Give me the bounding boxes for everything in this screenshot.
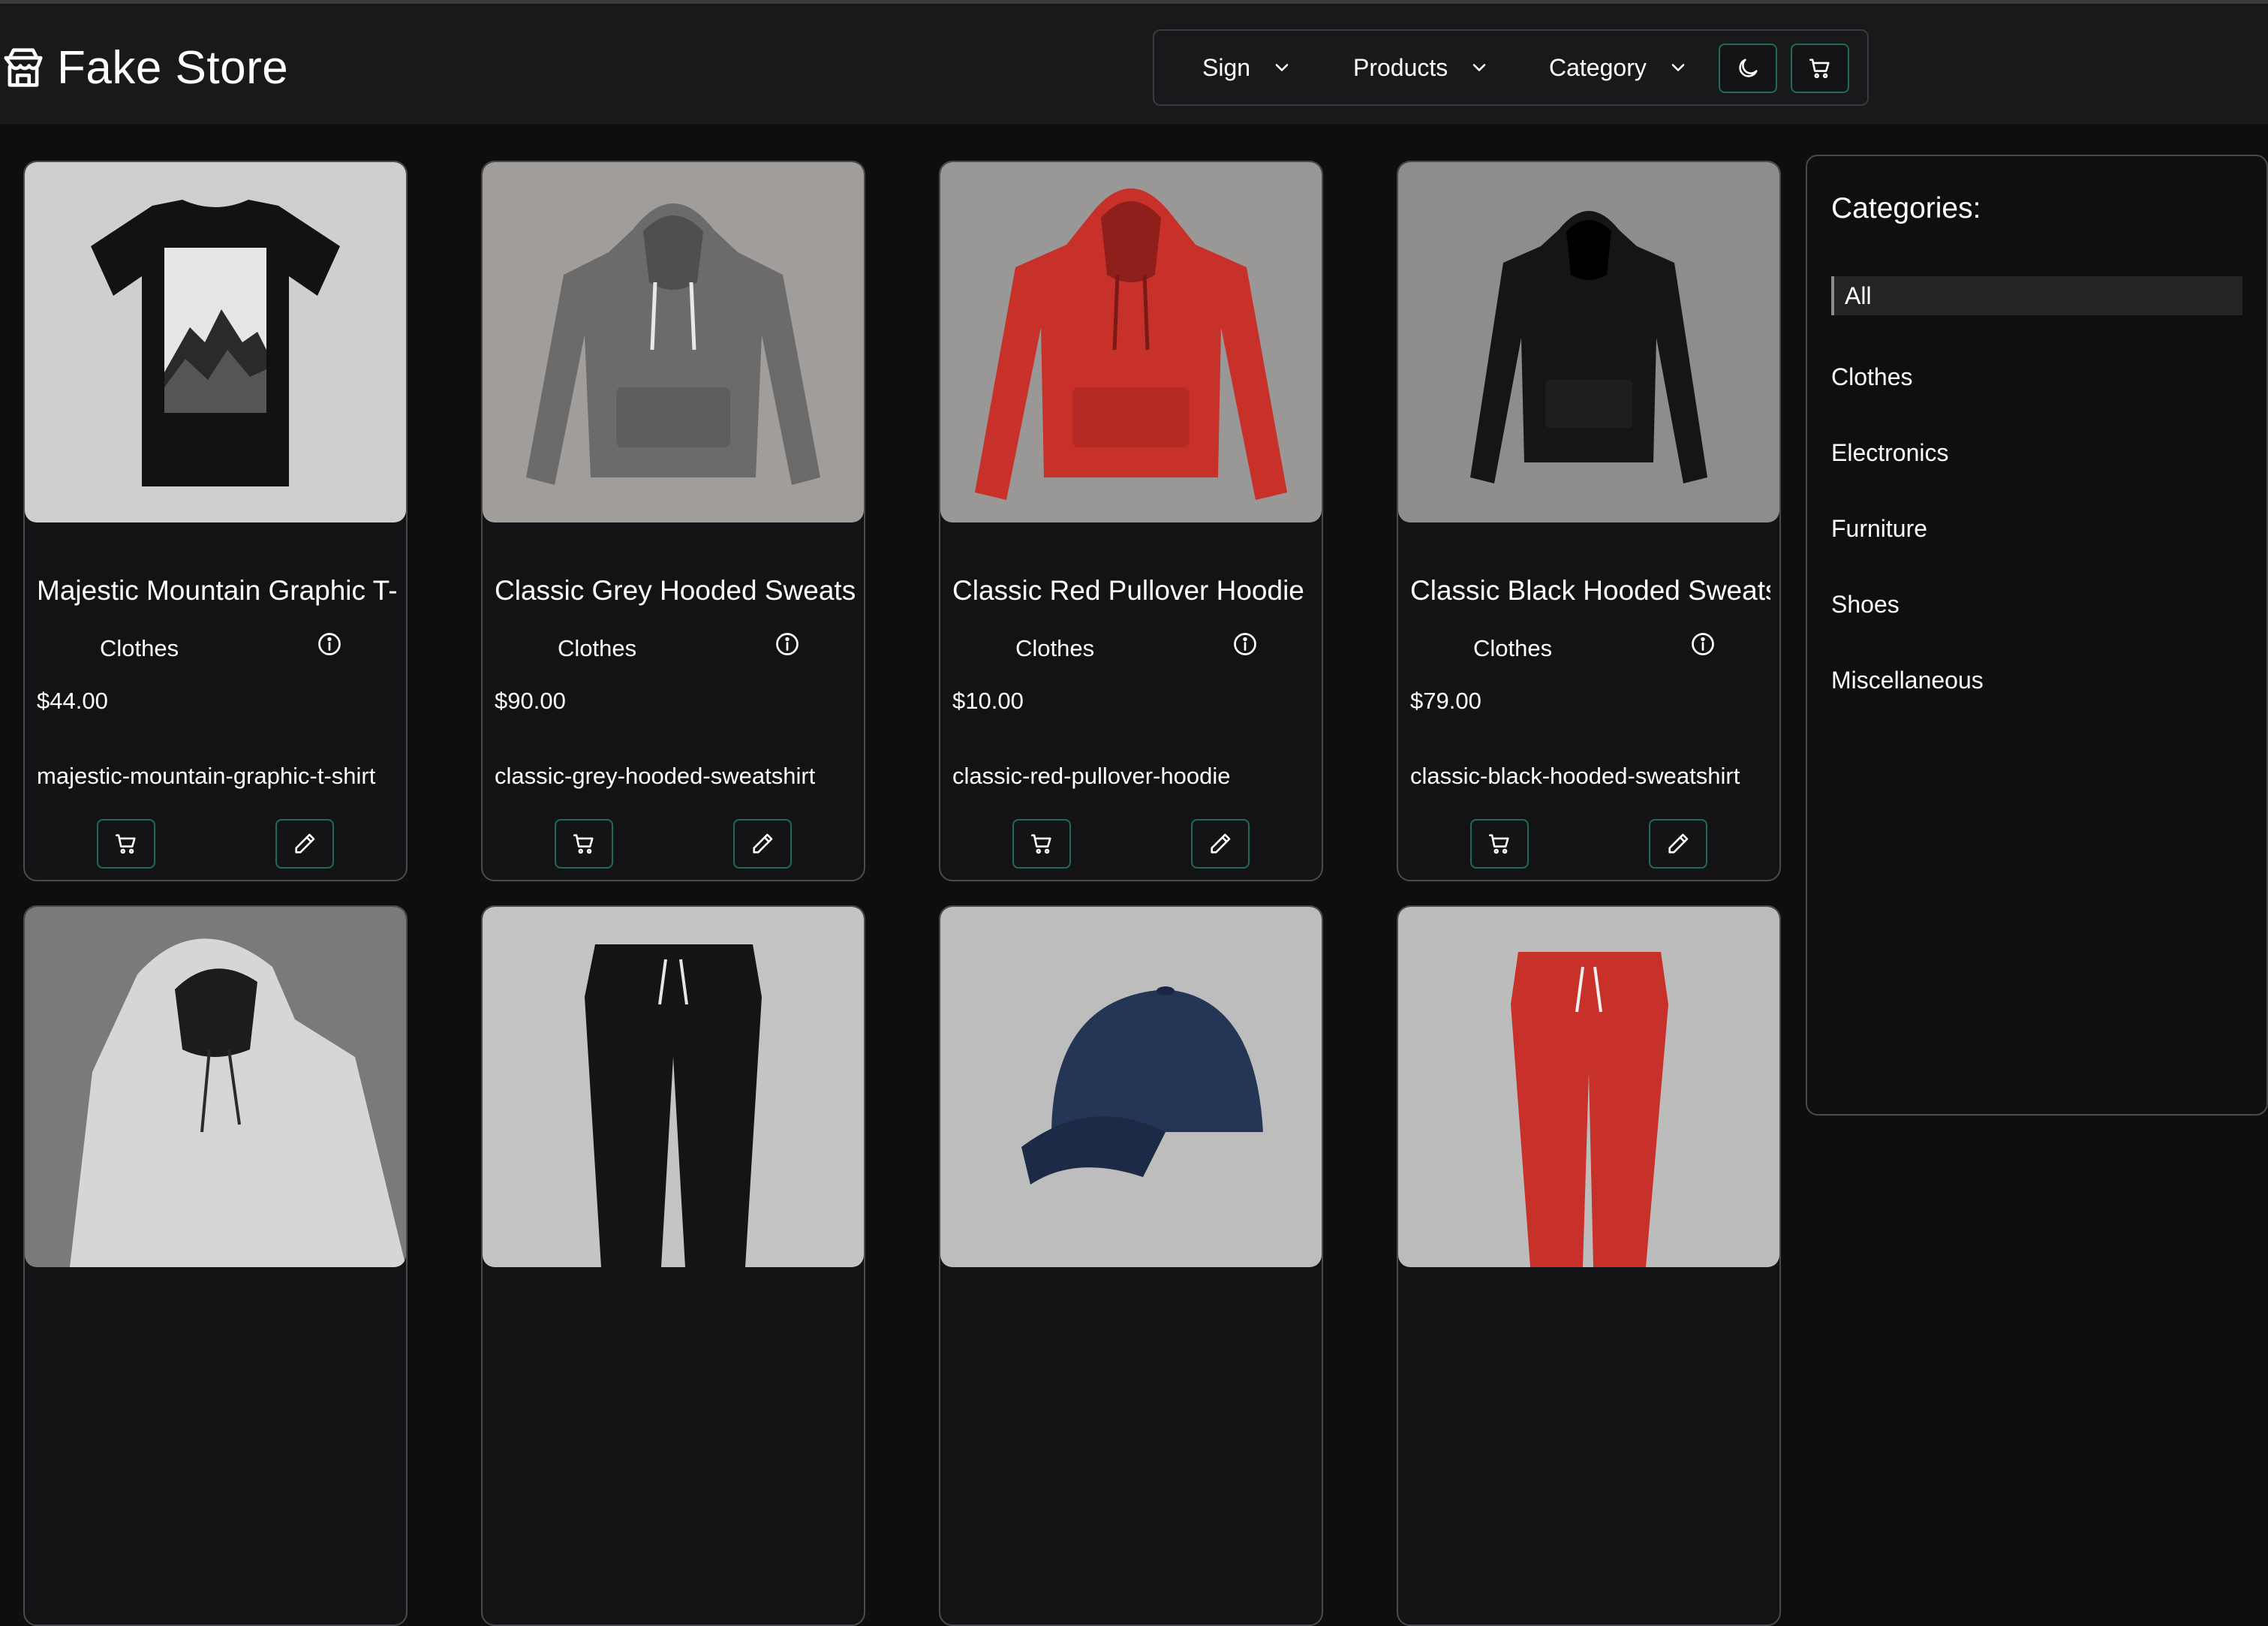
product-slug: classic-red-pullover-hoodie (952, 763, 1231, 789)
categories-sidebar: Categories: All Clothes Electronics Furn… (1806, 155, 2268, 1116)
product-price: $44.00 (37, 688, 108, 714)
category-item-electronics[interactable]: Electronics (1831, 439, 1949, 467)
pencil-icon (1668, 833, 1689, 854)
info-icon[interactable] (1232, 631, 1259, 658)
product-card[interactable] (939, 905, 1323, 1626)
category-item-all[interactable]: All (1831, 276, 2242, 315)
product-price: $79.00 (1410, 688, 1481, 714)
cart-icon (1809, 59, 1830, 79)
product-card[interactable] (1397, 905, 1781, 1626)
product-category: Clothes (100, 635, 179, 661)
product-category: Clothes (1015, 635, 1095, 661)
product-image[interactable] (483, 162, 864, 522)
cart-icon (115, 834, 136, 854)
product-card[interactable]: Majestic Mountain Graphic T-Shirt Clothe… (23, 161, 408, 881)
add-to-cart-button[interactable] (1012, 819, 1071, 869)
product-card[interactable]: Classic Red Pullover Hoodie Clothes $10.… (939, 161, 1323, 881)
cart-icon (1488, 834, 1509, 854)
add-to-cart-button[interactable] (555, 819, 613, 869)
product-image[interactable] (1398, 907, 1779, 1267)
chevron-down-icon (1472, 64, 1486, 71)
product-image[interactable] (25, 907, 406, 1267)
category-item-clothes[interactable]: Clothes (1831, 363, 1913, 391)
brand[interactable]: Fake Store (0, 34, 288, 101)
product-slug: majestic-mountain-graphic-t-shirt (37, 763, 376, 789)
nav-category-label: Category (1549, 53, 1647, 81)
product-slug: classic-grey-hooded-sweatshirt (495, 763, 816, 789)
product-image[interactable] (483, 907, 864, 1267)
info-icon[interactable] (1689, 631, 1716, 658)
nav-products[interactable]: Products (1353, 31, 1490, 104)
category-item-furniture[interactable]: Furniture (1831, 515, 1927, 543)
category-item-miscellaneous[interactable]: Miscellaneous (1831, 667, 1984, 694)
product-title[interactable]: Classic Red Pullover Hoodie (952, 575, 1313, 607)
add-to-cart-button[interactable] (1470, 819, 1529, 869)
edit-product-button[interactable] (1191, 819, 1250, 869)
app-name: Fake Store (57, 41, 289, 94)
store-icon (4, 48, 43, 87)
product-card[interactable]: Classic Grey Hooded Sweatshirt Clothes $… (481, 161, 865, 881)
header: Fake Store Sign Products Category (0, 4, 2268, 124)
nav-sign[interactable]: Sign (1202, 31, 1292, 104)
product-card[interactable] (481, 905, 865, 1626)
info-icon[interactable] (774, 631, 801, 658)
moon-icon (1739, 59, 1758, 77)
info-icon[interactable] (316, 631, 343, 658)
categories-title: Categories: (1831, 192, 1981, 224)
product-image[interactable] (940, 162, 1322, 522)
pencil-icon (753, 833, 773, 854)
product-price: $90.00 (495, 688, 566, 714)
product-image[interactable] (940, 907, 1322, 1267)
cart-button[interactable] (1791, 44, 1849, 93)
product-category: Clothes (558, 635, 637, 661)
product-title[interactable]: Classic Black Hooded Sweatshirt (1410, 575, 1770, 607)
product-title[interactable]: Majestic Mountain Graphic T-Shirt (37, 575, 397, 607)
theme-toggle-button[interactable] (1719, 44, 1777, 93)
product-image[interactable] (25, 162, 406, 522)
product-card[interactable] (23, 905, 408, 1626)
product-price: $10.00 (952, 688, 1024, 714)
chevron-down-icon (1275, 64, 1289, 71)
product-card[interactable]: Classic Black Hooded Sweatshirt Clothes … (1397, 161, 1781, 881)
cart-icon (1030, 834, 1051, 854)
chevron-down-icon (1671, 64, 1685, 71)
category-item-shoes[interactable]: Shoes (1831, 591, 1900, 619)
nav-sign-label: Sign (1202, 53, 1251, 81)
product-slug: classic-black-hooded-sweatshirt (1410, 763, 1740, 789)
pencil-icon (1211, 833, 1231, 854)
main-nav: Sign Products Category (1153, 29, 1869, 106)
nav-category[interactable]: Category (1549, 31, 1689, 104)
product-image[interactable] (1398, 162, 1779, 522)
edit-product-button[interactable] (275, 819, 334, 869)
cart-icon (573, 834, 594, 854)
product-title[interactable]: Classic Grey Hooded Sweatshirt (495, 575, 855, 607)
product-category: Clothes (1473, 635, 1553, 661)
edit-product-button[interactable] (733, 819, 792, 869)
add-to-cart-button[interactable] (97, 819, 155, 869)
edit-product-button[interactable] (1649, 819, 1707, 869)
pencil-icon (295, 833, 315, 854)
nav-products-label: Products (1353, 53, 1448, 81)
